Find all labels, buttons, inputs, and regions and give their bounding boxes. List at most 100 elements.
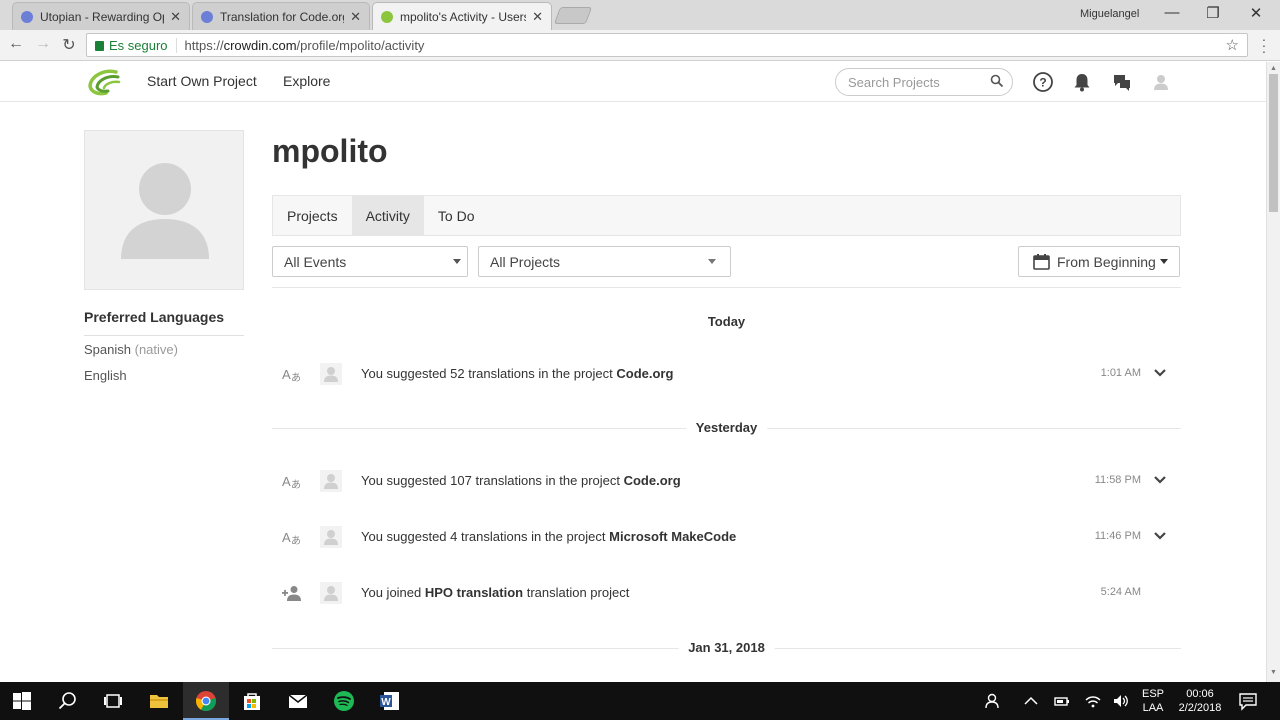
search-icon[interactable] — [57, 690, 79, 712]
svg-text:A: A — [282, 367, 291, 382]
language-name: English — [84, 368, 127, 383]
clock-date: 2/2/2018 — [1178, 702, 1222, 714]
browser-tab-active[interactable]: mpolito's Activity - Users ✕ — [372, 2, 552, 30]
window-user-name[interactable]: Miguelangel — [1080, 8, 1139, 20]
file-explorer-icon[interactable] — [148, 690, 170, 712]
browser-tab[interactable]: Utopian - Rewarding Op ✕ — [12, 2, 190, 30]
project-link[interactable]: HPO translation — [425, 585, 523, 600]
close-window-icon[interactable]: ✕ — [1246, 4, 1266, 22]
activity-text: You suggested 4 translations in the proj… — [361, 529, 736, 544]
address-bar[interactable]: Es seguro https://crowdin.com/profile/mp… — [86, 33, 1248, 57]
help-icon[interactable]: ? — [1032, 71, 1054, 93]
people-icon[interactable] — [984, 690, 1002, 712]
input-language[interactable]: ESP LAA — [1140, 687, 1166, 715]
reload-icon[interactable]: ↻ — [59, 35, 79, 55]
chevron-down-icon — [708, 259, 716, 264]
events-filter-value: All Events — [284, 253, 347, 270]
volume-icon[interactable] — [1112, 690, 1130, 712]
secure-label: Es seguro — [109, 37, 177, 53]
url-path: /profile/mpolito/activity — [296, 37, 425, 53]
search-placeholder: Search Projects — [848, 74, 940, 90]
url-text[interactable]: https://crowdin.com/profile/mpolito/acti… — [177, 38, 425, 53]
page-scrollbar[interactable]: ▲ ▼ — [1266, 62, 1280, 682]
tab-projects[interactable]: Projects — [273, 196, 352, 235]
calendar-icon — [1033, 253, 1050, 270]
search-input[interactable]: Search Projects — [835, 68, 1013, 96]
activity-text-suffix: translation project — [523, 585, 630, 600]
chrome-icon[interactable] — [195, 690, 217, 712]
user-avatar-icon — [320, 363, 342, 385]
task-view-icon[interactable] — [102, 690, 124, 712]
chevron-down-icon[interactable] — [1153, 531, 1167, 541]
bookmark-star-icon[interactable]: ☆ — [1226, 36, 1239, 54]
activity-text: You joined HPO translation translation p… — [361, 585, 629, 600]
crowdin-logo-icon[interactable] — [86, 68, 122, 96]
date-filter-button[interactable]: From Beginning — [1018, 246, 1180, 277]
chevron-down-icon[interactable] — [1153, 475, 1167, 485]
translate-icon: A あ — [282, 530, 301, 546]
search-icon[interactable] — [990, 74, 1004, 88]
site-header: Start Own Project Explore Search Project… — [0, 62, 1266, 102]
taskbar-clock[interactable]: 00:06 2/2/2018 — [1174, 687, 1226, 715]
forward-arrow-icon[interactable]: → — [33, 35, 53, 53]
user-avatar-icon[interactable] — [1150, 71, 1172, 93]
nav-start-own-project[interactable]: Start Own Project — [147, 73, 257, 89]
scroll-down-icon[interactable]: ▼ — [1270, 669, 1277, 676]
close-tab-icon[interactable]: ✕ — [350, 9, 361, 25]
windows-start-icon[interactable] — [11, 690, 33, 712]
activity-item: You joined HPO translation translation p… — [272, 578, 1181, 608]
date-filter-value: From Beginning — [1057, 253, 1156, 270]
action-center-icon[interactable] — [1238, 690, 1258, 712]
word-icon[interactable]: W — [379, 690, 401, 712]
mail-icon[interactable] — [287, 690, 309, 712]
scroll-up-icon[interactable]: ▲ — [1270, 65, 1277, 72]
close-tab-icon[interactable]: ✕ — [170, 9, 181, 25]
preferred-languages-title: Preferred Languages — [84, 309, 244, 336]
browser-tab[interactable]: Translation for Code.org ✕ — [192, 2, 370, 30]
new-tab-button[interactable] — [553, 7, 593, 24]
svg-text:あ: あ — [291, 479, 301, 490]
events-filter-select[interactable]: All Events — [272, 246, 468, 277]
day-separator: Jan 31, 2018 — [272, 638, 1181, 658]
translate-icon: A あ — [282, 367, 301, 383]
user-avatar-icon — [320, 470, 342, 492]
divider — [272, 287, 1181, 288]
back-arrow-icon[interactable]: ← — [6, 35, 26, 53]
project-link[interactable]: Code.org — [616, 366, 673, 381]
lock-icon — [95, 41, 104, 51]
chevron-up-icon[interactable] — [1022, 690, 1040, 712]
spotify-icon[interactable] — [333, 690, 355, 712]
notifications-bell-icon[interactable] — [1071, 71, 1093, 93]
store-icon[interactable] — [241, 690, 263, 712]
default-avatar-icon — [121, 163, 209, 259]
svg-text:W: W — [381, 697, 391, 708]
scroll-thumb[interactable] — [1269, 74, 1278, 212]
activity-text: You suggested 107 translations in the pr… — [361, 473, 681, 488]
messages-icon[interactable] — [1111, 71, 1133, 93]
activity-text: You suggested 52 translations in the pro… — [361, 366, 673, 381]
battery-icon[interactable] — [1053, 690, 1071, 712]
activity-item: A あ You suggested 107 translations in th… — [272, 466, 1181, 496]
tab-activity[interactable]: Activity — [351, 196, 424, 235]
activity-time: 1:01 AM — [1100, 367, 1141, 379]
utopian-favicon-icon — [21, 10, 33, 23]
wifi-icon[interactable] — [1084, 690, 1102, 712]
tab-todo[interactable]: To Do — [424, 196, 489, 235]
project-link[interactable]: Code.org — [624, 473, 681, 488]
minimize-icon[interactable]: — — [1162, 4, 1182, 21]
nav-explore[interactable]: Explore — [283, 73, 330, 89]
projects-filter-select[interactable]: All Projects — [478, 246, 731, 277]
language-item: Spanish (native) — [84, 342, 178, 357]
restore-icon[interactable]: ❐ — [1203, 4, 1223, 22]
profile-tabs: Projects Activity To Do — [272, 195, 1181, 236]
chevron-down-icon[interactable] — [1153, 368, 1167, 378]
browser-toolbar: ← → ↻ Es seguro https://crowdin.com/prof… — [0, 30, 1280, 61]
project-link[interactable]: Microsoft MakeCode — [609, 529, 736, 544]
activity-time: 11:46 PM — [1094, 530, 1141, 542]
browser-tab-title: Translation for Code.org — [220, 9, 345, 24]
chevron-down-icon — [1159, 259, 1168, 264]
browser-menu-icon[interactable]: · · · — [1258, 32, 1270, 58]
close-tab-icon[interactable]: ✕ — [532, 9, 543, 25]
activity-text-prefix: You suggested 4 translations in the proj… — [361, 529, 610, 544]
svg-text:あ: あ — [291, 535, 301, 546]
